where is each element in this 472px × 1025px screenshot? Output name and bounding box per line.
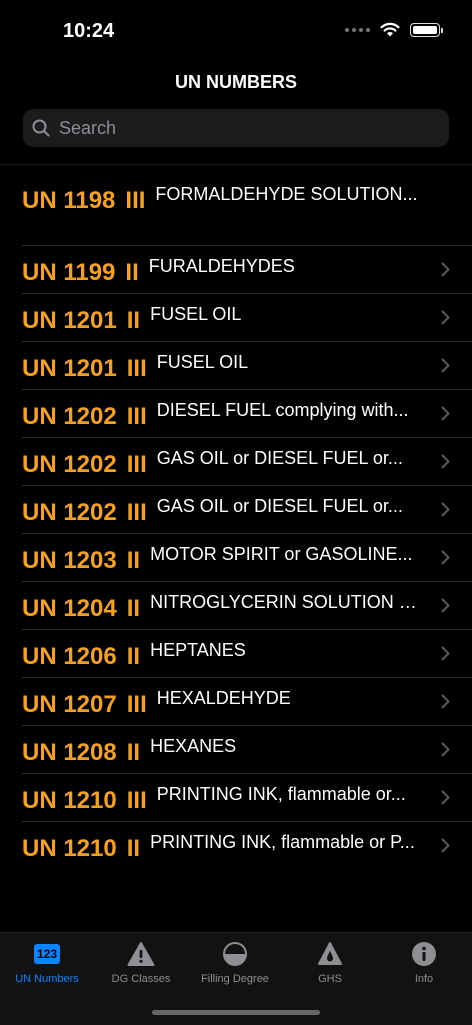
tab-label: Filling Degree: [201, 973, 269, 985]
un-number: UN 1201: [22, 307, 117, 334]
substance-name: HEXALDEHYDE: [156, 688, 291, 708]
packing-group: III: [126, 787, 147, 814]
list-item[interactable]: UN 1208 II HEXANES: [0, 726, 472, 774]
tab-label: UN Numbers: [15, 973, 79, 985]
packing-group: II: [126, 739, 141, 766]
list-item[interactable]: UN 1201 III FUSEL OIL: [0, 342, 472, 390]
list-item[interactable]: UN 1201 II FUSEL OIL: [0, 294, 472, 342]
substance-name: FORMALDEHYDE SOLUTION...: [155, 184, 418, 204]
half-circle-icon: [223, 942, 247, 966]
chevron-right-icon: [441, 694, 450, 709]
packing-group: II: [126, 643, 141, 670]
tab-label: Info: [414, 973, 434, 985]
un-number: UN 1208: [22, 739, 117, 766]
status-bar: 10:24: [0, 0, 472, 60]
chevron-right-icon: [441, 646, 450, 661]
substance-name: GAS OIL or DIESEL FUEL or...: [156, 448, 403, 468]
un-number: UN 1201: [22, 355, 117, 382]
chevron-right-icon: [441, 598, 450, 613]
un-number: UN 1210: [22, 835, 117, 862]
chevron-right-icon: [441, 358, 450, 373]
packing-group: III: [126, 355, 147, 382]
tab-label: DG Classes: [111, 973, 171, 985]
tab-label: GHS: [318, 973, 342, 985]
list-item[interactable]: UN 1203 II MOTOR SPIRIT or GASOLINE...: [0, 534, 472, 582]
list-item[interactable]: UN 1204 II NITROGLYCERIN SOLUTION I...: [0, 582, 472, 630]
drop-icon: [318, 942, 342, 965]
search-bar[interactable]: [23, 109, 449, 147]
packing-group: II: [126, 595, 141, 622]
tab-dg-classes[interactable]: DG Classes: [94, 939, 188, 985]
tab-ghs[interactable]: GHS: [283, 939, 377, 985]
tab-un-numbers[interactable]: 123 UN Numbers: [0, 939, 94, 985]
status-icons: [345, 22, 443, 37]
un-number: UN 1207: [22, 691, 117, 718]
un-numbers-icon: 123: [33, 944, 61, 964]
substance-name: PRINTING INK, flammable or...: [156, 784, 406, 804]
chevron-right-icon: [441, 742, 450, 757]
substance-name: HEPTANES: [150, 640, 246, 660]
list-item[interactable]: UN 1206 II HEPTANES: [0, 630, 472, 678]
packing-group: III: [126, 691, 147, 718]
packing-group: II: [125, 259, 139, 286]
substance-name: PRINTING INK, flammable or P...: [150, 832, 415, 852]
substance-name: GAS OIL or DIESEL FUEL or...: [156, 496, 403, 516]
un-number: UN 1202: [22, 403, 117, 430]
chevron-right-icon: [441, 406, 450, 421]
substance-name: DIESEL FUEL complying with...: [156, 400, 409, 420]
substance-name: NITROGLYCERIN SOLUTION I...: [150, 592, 419, 612]
list-item[interactable]: UN 1202 III DIESEL FUEL complying with...: [0, 390, 472, 438]
substance-name: MOTOR SPIRIT or GASOLINE...: [150, 544, 413, 564]
packing-group: II: [126, 547, 141, 574]
search-input[interactable]: [57, 116, 431, 140]
header-divider: [0, 164, 472, 165]
info-icon: [412, 942, 436, 966]
search-icon: [32, 119, 50, 137]
tab-info[interactable]: Info: [377, 939, 471, 985]
page-title: UN NUMBERS: [174, 72, 297, 92]
chevron-right-icon: [441, 550, 450, 565]
list-item[interactable]: UN 1198 III FORMALDEHYDE SOLUTION...: [0, 184, 472, 246]
un-number: UN 1206: [22, 643, 117, 670]
substance-name: FURALDEHYDES: [148, 256, 295, 276]
warning-triangle-icon: [127, 942, 155, 966]
un-number-list[interactable]: UN 1198 III FORMALDEHYDE SOLUTION... UN 11…: [0, 180, 472, 928]
un-number: UN 1202: [22, 451, 117, 478]
un-number: UN 1198: [22, 187, 116, 214]
chevron-right-icon: [441, 454, 450, 469]
substance-name: FUSEL OIL: [150, 304, 242, 324]
substance-name: HEXANES: [150, 736, 237, 756]
status-time: 10:24: [63, 20, 115, 42]
packing-group: II: [126, 307, 141, 334]
list-item[interactable]: UN 1210 II PRINTING INK, flammable or P...: [0, 822, 472, 870]
un-number: UN 1202: [22, 499, 117, 526]
wifi-icon: [380, 22, 400, 37]
un-number: UN 1204: [22, 595, 117, 622]
packing-group: III: [125, 187, 146, 214]
chevron-right-icon: [441, 502, 450, 517]
chevron-right-icon: [441, 790, 450, 805]
substance-name: FUSEL OIL: [156, 352, 249, 372]
battery-icon: [410, 22, 443, 37]
cellular-signal-icon: [345, 27, 370, 32]
un-number: UN 1203: [22, 547, 117, 574]
chevron-right-icon: [441, 838, 450, 853]
un-number: UN 1199: [22, 259, 116, 286]
packing-group: III: [126, 499, 147, 526]
list-item[interactable]: UN 1202 III GAS OIL or DIESEL FUEL or...: [0, 486, 472, 534]
tab-filling-degree[interactable]: Filling Degree: [188, 939, 282, 985]
list-item[interactable]: UN 1202 III GAS OIL or DIESEL FUEL or...: [0, 438, 472, 486]
list-item[interactable]: UN 1207 III HEXALDEHYDE: [0, 678, 472, 726]
packing-group: II: [126, 835, 141, 862]
packing-group: III: [126, 451, 147, 478]
chevron-right-icon: [441, 262, 450, 277]
list-item[interactable]: UN 1210 III PRINTING INK, flammable or...: [0, 774, 472, 822]
chevron-right-icon: [441, 310, 450, 325]
un-number: UN 1210: [22, 787, 117, 814]
packing-group: III: [126, 403, 147, 430]
home-indicator[interactable]: [152, 1010, 320, 1015]
list-item[interactable]: UN 1199 II FURALDEHYDES: [0, 246, 472, 294]
